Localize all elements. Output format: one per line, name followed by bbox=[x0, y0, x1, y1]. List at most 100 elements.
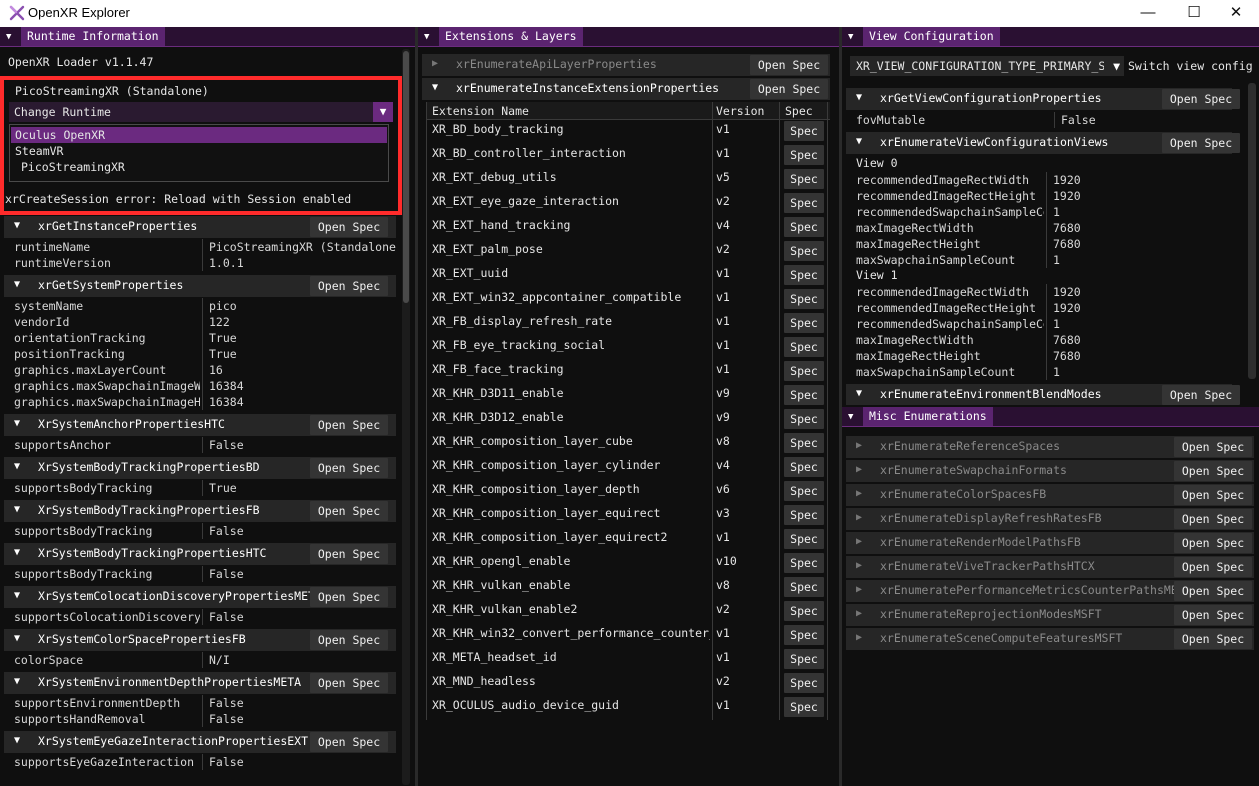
spec-button[interactable]: Spec bbox=[784, 265, 824, 285]
chevron-down-icon[interactable]: ▼ bbox=[373, 102, 393, 122]
spec-button[interactable]: Spec bbox=[784, 385, 824, 405]
expand-triangle-icon[interactable]: ▶ bbox=[432, 58, 438, 69]
open-spec-button[interactable]: Open Spec bbox=[310, 501, 388, 521]
spec-button[interactable]: Spec bbox=[784, 625, 824, 645]
view-config-panel-header[interactable]: ▼ View Configuration bbox=[842, 27, 1259, 47]
close-button[interactable]: ✕ bbox=[1213, 0, 1259, 27]
open-spec-button[interactable]: Open Spec bbox=[310, 458, 388, 478]
view-config-select[interactable]: XR_VIEW_CONFIGURATION_TYPE_PRIMARY_STERE… bbox=[850, 56, 1124, 76]
collapse-triangle-icon[interactable]: ▼ bbox=[432, 82, 438, 93]
spec-button[interactable]: Spec bbox=[784, 529, 824, 549]
collapse-triangle-icon[interactable]: ▼ bbox=[14, 633, 20, 644]
spec-button[interactable]: Spec bbox=[784, 313, 824, 333]
section-header[interactable]: ▼ XrSystemColorSpacePropertiesFB Open Spec bbox=[4, 629, 396, 651]
section-header[interactable]: ▶ xrEnumerateRenderModelPathsFB Open Spec bbox=[846, 532, 1254, 554]
collapse-triangle-icon[interactable]: ▼ bbox=[14, 504, 20, 515]
section-header[interactable]: ▼ XrSystemAnchorPropertiesHTC Open Spec bbox=[4, 414, 396, 436]
minimize-button[interactable]: — bbox=[1125, 0, 1171, 27]
open-spec-button[interactable]: Open Spec bbox=[1162, 133, 1240, 153]
spec-button[interactable]: Spec bbox=[784, 121, 824, 141]
section-header[interactable]: ▼ xrGetViewConfigurationProperties Open Sp… bbox=[846, 88, 1240, 110]
section-header[interactable]: ▼ xrEnumerateViewConfigurationViews Open S… bbox=[846, 132, 1240, 154]
maximize-button[interactable]: ☐ bbox=[1171, 0, 1217, 27]
spec-button[interactable]: Spec bbox=[784, 361, 824, 381]
spec-button[interactable]: Spec bbox=[784, 145, 824, 165]
open-spec-button[interactable]: Open Spec bbox=[1174, 629, 1252, 649]
section-header[interactable]: ▼ xrGetSystemProperties Open Spec bbox=[4, 275, 396, 297]
open-spec-button[interactable]: Open Spec bbox=[750, 79, 828, 99]
expand-triangle-icon[interactable]: ▶ bbox=[856, 512, 862, 523]
open-spec-button[interactable]: Open Spec bbox=[1174, 581, 1252, 601]
spec-button[interactable]: Spec bbox=[784, 601, 824, 621]
runtime-option[interactable]: PicoStreamingXR bbox=[11, 159, 387, 175]
expand-triangle-icon[interactable]: ▶ bbox=[856, 464, 862, 475]
section-header[interactable]: ▶ xrEnumeratePerformanceMetricsCounterPat… bbox=[846, 580, 1254, 602]
section-header[interactable]: ▶ xrEnumerateSceneComputeFeaturesMSFT Open… bbox=[846, 628, 1254, 650]
expand-triangle-icon[interactable]: ▶ bbox=[856, 632, 862, 643]
spec-button[interactable]: Spec bbox=[784, 673, 824, 693]
section-header[interactable]: ▶ xrEnumerateColorSpacesFB Open Spec bbox=[846, 484, 1254, 506]
section-header[interactable]: ▼ xrGetInstanceProperties Open Spec bbox=[4, 216, 396, 238]
open-spec-button[interactable]: Open Spec bbox=[310, 544, 388, 564]
expand-triangle-icon[interactable]: ▶ bbox=[856, 536, 862, 547]
collapse-triangle-icon[interactable]: ▼ bbox=[848, 32, 853, 42]
section-header[interactable]: ▼ XrSystemBodyTrackingPropertiesFB Open Sp… bbox=[4, 500, 396, 522]
collapse-triangle-icon[interactable]: ▼ bbox=[14, 676, 20, 687]
open-spec-button[interactable]: Open Spec bbox=[1174, 605, 1252, 625]
open-spec-button[interactable]: Open Spec bbox=[310, 276, 388, 296]
spec-button[interactable]: Spec bbox=[784, 169, 824, 189]
spec-button[interactable]: Spec bbox=[784, 481, 824, 501]
collapse-triangle-icon[interactable]: ▼ bbox=[14, 590, 20, 601]
section-header[interactable]: ▼ XrSystemEnvironmentDepthPropertiesMETA O… bbox=[4, 672, 396, 694]
spec-button[interactable]: Spec bbox=[784, 697, 824, 717]
collapse-triangle-icon[interactable]: ▼ bbox=[856, 136, 862, 147]
section-header[interactable]: ▶ xrEnumerateDisplayRefreshRatesFB Open Sp… bbox=[846, 508, 1254, 530]
spec-button[interactable]: Spec bbox=[784, 433, 824, 453]
expand-triangle-icon[interactable]: ▶ bbox=[856, 488, 862, 499]
open-spec-button[interactable]: Open Spec bbox=[310, 415, 388, 435]
collapse-triangle-icon[interactable]: ▼ bbox=[856, 92, 862, 103]
runtime-panel-header[interactable]: ▼ Runtime Information bbox=[0, 27, 415, 47]
section-header[interactable]: ▼ XrSystemBodyTrackingPropertiesHTC Open S… bbox=[4, 543, 396, 565]
spec-button[interactable]: Spec bbox=[784, 289, 824, 309]
expand-triangle-icon[interactable]: ▶ bbox=[856, 560, 862, 571]
expand-triangle-icon[interactable]: ▶ bbox=[856, 608, 862, 619]
runtime-scrollbar-thumb[interactable] bbox=[403, 51, 409, 303]
section-header[interactable]: ▶ xrEnumerateReprojectionModesMSFT Open Sp… bbox=[846, 604, 1254, 626]
spec-button[interactable]: Spec bbox=[784, 409, 824, 429]
open-spec-button[interactable]: Open Spec bbox=[1162, 89, 1240, 109]
open-spec-button[interactable]: Open Spec bbox=[310, 673, 388, 693]
open-spec-button[interactable]: Open Spec bbox=[1174, 533, 1252, 553]
collapse-triangle-icon[interactable]: ▼ bbox=[848, 412, 853, 422]
collapse-triangle-icon[interactable]: ▼ bbox=[14, 461, 20, 472]
spec-button[interactable]: Spec bbox=[784, 457, 824, 477]
section-header[interactable]: ▶ xrEnumerateViveTrackerPathsHTCX Open Spe… bbox=[846, 556, 1254, 578]
section-header[interactable]: ▶ xrEnumerateReferenceSpaces Open Spec bbox=[846, 436, 1254, 458]
misc-panel-header[interactable]: ▼ Misc Enumerations bbox=[842, 407, 1259, 427]
section-header[interactable]: ▶ xrEnumerateSwapchainFormats Open Spec bbox=[846, 460, 1254, 482]
spec-button[interactable]: Spec bbox=[784, 649, 824, 669]
change-runtime-combo[interactable]: Change Runtime ▼ bbox=[9, 102, 393, 122]
spec-button[interactable]: Spec bbox=[784, 577, 824, 597]
collapse-triangle-icon[interactable]: ▼ bbox=[14, 418, 20, 429]
spec-button[interactable]: Spec bbox=[784, 553, 824, 573]
runtime-option[interactable]: SteamVR bbox=[11, 143, 387, 159]
open-spec-button[interactable]: Open Spec bbox=[1174, 557, 1252, 577]
collapse-triangle-icon[interactable]: ▼ bbox=[14, 547, 20, 558]
open-spec-button[interactable]: Open Spec bbox=[310, 217, 388, 237]
collapse-triangle-icon[interactable]: ▼ bbox=[6, 32, 11, 42]
section-header[interactable]: ▼ XrSystemColocationDiscoveryPropertiesME… bbox=[4, 586, 396, 608]
section-header[interactable]: ▼ xrEnumerateEnvironmentBlendModes Open Sp… bbox=[846, 384, 1240, 405]
open-spec-button[interactable]: Open Spec bbox=[1174, 509, 1252, 529]
collapse-triangle-icon[interactable]: ▼ bbox=[14, 220, 20, 231]
open-spec-button[interactable]: Open Spec bbox=[1174, 485, 1252, 505]
chevron-down-icon[interactable]: ▼ bbox=[1113, 59, 1120, 73]
open-spec-button[interactable]: Open Spec bbox=[310, 732, 388, 752]
view-config-scrollbar[interactable] bbox=[1248, 83, 1256, 379]
spec-button[interactable]: Spec bbox=[784, 241, 824, 261]
section-header[interactable]: ▼ XrSystemEyeGazeInteractionPropertiesEXT… bbox=[4, 731, 396, 753]
spec-button[interactable]: Spec bbox=[784, 337, 824, 357]
section-header[interactable]: ▼ XrSystemBodyTrackingPropertiesBD Open Sp… bbox=[4, 457, 396, 479]
section-header[interactable]: ▼ xrEnumerateInstanceExtensionProperties O… bbox=[422, 78, 830, 100]
section-header[interactable]: ▶ xrEnumerateApiLayerProperties Open Spec bbox=[422, 54, 830, 76]
